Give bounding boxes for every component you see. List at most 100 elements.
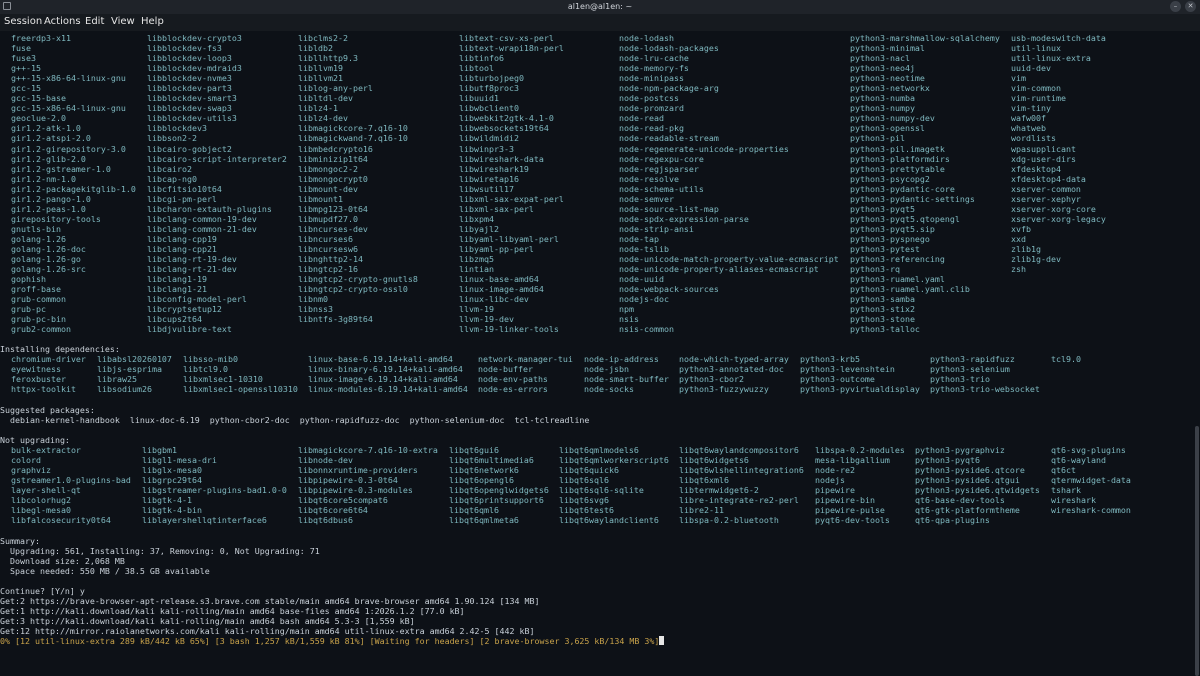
package-name: python3-stone: [850, 314, 915, 325]
title-bar: al1en@al1en: ~ – ✕: [0, 0, 1200, 14]
package-column: freerdp3-x11 fuse fuse3 g++-15 g++-15-x86-64…: [11, 33, 136, 334]
package-name: node-re2: [815, 465, 855, 476]
package-name: python3-ruamel.yaml.clib: [850, 284, 970, 295]
progress-line: 0% [12 util-linux-extra 289 kB/442 kB 65…: [0, 636, 665, 646]
package-column: usb-modeswitch-data util-linux util-linux-…: [1011, 33, 1106, 274]
package-name: xserver-xephyr: [1011, 193, 1081, 204]
window-title: al1en@al1en: ~: [567, 2, 633, 11]
package-name: python3-annotated-doc: [679, 364, 784, 375]
package-name: libqt6quick6: [559, 465, 619, 476]
package-name: python3-outcome: [800, 374, 875, 385]
summary-line: Upgrading: 561, Installing: 37, Removing…: [0, 546, 320, 556]
package-name: golang-1.26: [11, 233, 66, 244]
package-name: qt6-base-dev-tools: [915, 495, 1005, 506]
package-name: python3-pydantic-settings: [850, 193, 975, 204]
package-name: gir1.2-girepository-3.0: [11, 143, 126, 154]
package-name: linux-base-6.19.14+kali-amd64: [308, 354, 453, 364]
package-name: fuse: [11, 43, 31, 54]
package-name: libncurses-dev: [298, 223, 368, 234]
menu-actions[interactable]: Actions: [44, 16, 81, 27]
package-name: python3-pil: [850, 133, 905, 144]
menu-help[interactable]: Help: [141, 16, 164, 27]
download-line: Get:1 http://kali.download/kali kali-rol…: [0, 606, 465, 616]
package-name: libqt6gui6: [449, 445, 499, 455]
package-name: libxmlsec1-10310: [183, 374, 263, 385]
package-name: libsso-mib0: [183, 354, 238, 364]
package-name: wireshark: [1051, 495, 1096, 506]
package-column: libgbm1 libgl1-mesa-dri libglx-mesa0 libgrp…: [142, 445, 287, 525]
package-name: python3-rapidfuzz: [930, 354, 1015, 364]
package-name: libcolorhug2: [11, 495, 71, 506]
package-name: libgtk-4-bin: [142, 505, 202, 516]
package-name: grub-pc: [11, 304, 46, 315]
package-name: graphviz: [11, 465, 51, 476]
package-name: libtool: [459, 63, 494, 74]
package-name: python3-pyside6.qtcore: [915, 465, 1025, 476]
package-name: xfdesktop4-data: [1011, 173, 1086, 184]
package-name: httpx-toolkit: [11, 384, 76, 395]
package-name: node-uuid: [619, 274, 664, 285]
package-name: lintian: [459, 264, 494, 275]
package-name: wordlists: [1011, 133, 1056, 144]
package-name: libcups2t64: [147, 314, 202, 325]
package-name: libwebsockets19t64: [459, 123, 549, 134]
package-name: libqt6widgets6: [679, 455, 749, 466]
package-name: python3-pyqt6: [915, 455, 980, 466]
package-name: geoclue-2.0: [11, 113, 66, 124]
package-name: python3-pyqt5: [850, 203, 915, 214]
minimize-button[interactable]: –: [1170, 1, 1181, 12]
scrollbar[interactable]: [1194, 31, 1200, 676]
package-name: libltdl-dev: [298, 93, 353, 104]
package-name: llvm-19-linker-tools: [459, 324, 559, 335]
scrollbar-thumb[interactable]: [1195, 426, 1199, 676]
package-column: libqt6qmlmodels6 libqt6qmlworkerscript6 li…: [559, 445, 669, 525]
package-name: vim: [1011, 73, 1026, 84]
package-name: libqt6printsupport6: [449, 495, 544, 506]
package-name: python3-pyspnego: [850, 233, 930, 244]
package-name: gir1.2-pango-1.0: [11, 193, 91, 204]
package-name: linux-modules-6.19.14+kali-amd64: [308, 384, 468, 395]
package-name: python3-marshmallow-sqlalchemy: [850, 33, 1000, 43]
package-name: linux-image-amd64: [459, 284, 544, 295]
package-name: libcryptsetup12: [147, 304, 222, 315]
package-name: libwildmidi2: [459, 133, 519, 144]
package-name: node-which-typed-array: [679, 354, 789, 364]
package-name: node-lodash-packages: [619, 43, 719, 54]
package-name: node-schema-utils: [619, 183, 704, 194]
terminal-output[interactable]: freerdp3-x11 fuse fuse3 g++-15 g++-15-x86-64…: [0, 31, 1194, 650]
package-name: python3-trio-websocket: [930, 384, 1040, 395]
menu-view[interactable]: View: [111, 16, 135, 27]
package-name: libclang-rt-19-dev: [147, 254, 237, 265]
package-name: libwireshark-data: [459, 153, 544, 164]
package-name: libyajl2: [459, 223, 499, 234]
package-name: libllvm19: [298, 63, 343, 74]
package-name: python3-pyside6.qtgui: [915, 475, 1020, 486]
package-name: libqt6network6: [449, 465, 519, 476]
suggested-packages: debian-kernel-handbook linux-doc-6.19 py…: [0, 415, 590, 425]
package-name: node-buffer: [478, 364, 533, 375]
package-column: libqt6waylandcompositor6 libqt6widgets6 li…: [679, 445, 804, 525]
close-button[interactable]: ✕: [1185, 1, 1196, 12]
package-name: xserver-xorg-legacy: [1011, 213, 1106, 224]
package-name: libcairo-gobject2: [147, 143, 232, 154]
package-name: python3-pyqt5.qtopengl: [850, 213, 960, 224]
menu-edit[interactable]: Edit: [85, 16, 104, 27]
menu-session[interactable]: Session: [4, 16, 42, 27]
package-name: linux-libc-dev: [459, 294, 529, 305]
package-name: wireshark-common: [1051, 505, 1131, 516]
package-name: libqt6waylandclient6: [559, 515, 659, 526]
package-name: nodejs: [815, 475, 845, 486]
package-name: eyewitness: [11, 364, 61, 375]
package-name: tcl9.0: [1051, 354, 1081, 364]
package-name: libngtcp2-crypto-gnutls8: [298, 274, 418, 285]
package-name: libjs-esprima: [97, 364, 162, 375]
package-name: libclang-common-21-dev: [147, 223, 257, 234]
package-name: libllhttp9.3: [298, 53, 358, 64]
package-name: libclang-rt-21-dev: [147, 264, 237, 275]
package-name: python3-pydantic-core: [850, 183, 955, 194]
package-name: libwbclient0: [459, 103, 519, 114]
package-name: bulk-extractor: [11, 445, 81, 455]
package-name: libmongocrypt0: [298, 173, 368, 184]
package-name: util-linux: [1011, 43, 1061, 54]
package-name: grub-common: [11, 294, 66, 305]
